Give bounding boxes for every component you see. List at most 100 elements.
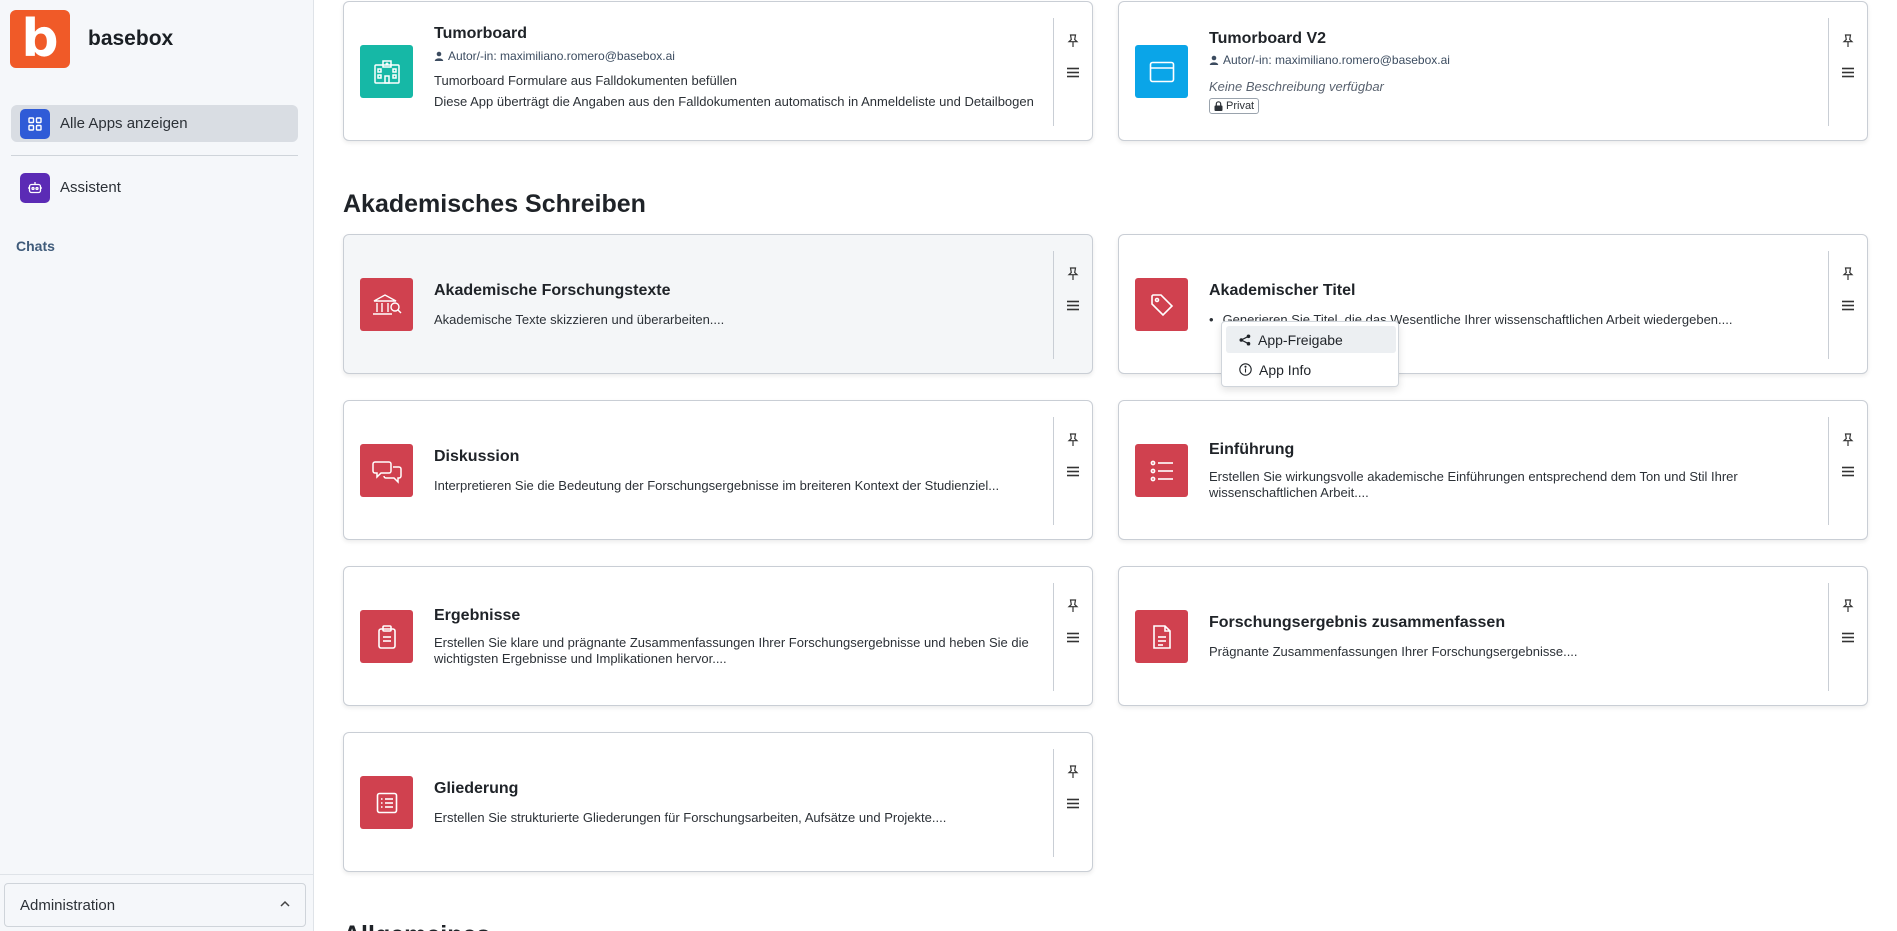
card-divider — [1053, 417, 1054, 525]
card-title: Einführung — [1209, 441, 1295, 458]
clipboard-icon — [360, 610, 413, 663]
card-description: Prägnante Zusammenfassungen Ihrer Forsch… — [1209, 644, 1578, 659]
menu-icon[interactable] — [1067, 630, 1079, 648]
grid-icon — [20, 108, 50, 139]
main-content: Tumorboard Autor/-in: maximiliano.romero… — [314, 0, 1897, 931]
menu-icon[interactable] — [1842, 65, 1854, 83]
pin-icon[interactable] — [1842, 34, 1854, 53]
menu-icon[interactable] — [1067, 65, 1079, 83]
administration-label: Administration — [20, 896, 116, 914]
card-author-text: Autor/-in: maximiliano.romero@basebox.ai — [1223, 53, 1450, 67]
menu-icon[interactable] — [1067, 298, 1079, 316]
app-card-akademische-forschungstexte[interactable]: Akademische Forschungstexte Akademische … — [343, 234, 1093, 374]
chats-section-label: Chats — [16, 238, 55, 254]
card-author-text: Autor/-in: maximiliano.romero@basebox.ai — [448, 49, 675, 63]
card-divider — [1828, 18, 1829, 126]
sidebar: b basebox Alle Apps anzeigen Assistent C… — [0, 0, 314, 931]
card-title: Akademischer Titel — [1209, 282, 1356, 299]
lock-icon — [1214, 101, 1223, 111]
card-description: Erstellen Sie klare und prägnante Zusamm… — [434, 635, 1029, 666]
section-heading-akademisches-schreiben: Akademisches Schreiben — [343, 190, 646, 218]
card-title: Tumorboard V2 — [1209, 30, 1327, 47]
card-divider — [1053, 583, 1054, 691]
card-description: Erstellen Sie strukturierte Gliederungen… — [434, 810, 947, 825]
card-description: Tumorboard Formulare aus Falldokumenten … — [434, 73, 738, 88]
menu-item-label: App-Freigabe — [1258, 331, 1343, 348]
app-card-gliederung[interactable]: Gliederung Erstellen Sie strukturierte G… — [343, 732, 1093, 872]
app-card-tumorboard-v2[interactable]: Tumorboard V2 Autor/-in: maximiliano.rom… — [1118, 1, 1868, 141]
menu-icon[interactable] — [1842, 464, 1854, 482]
card-body: Tumorboard Autor/-in: maximiliano.romero… — [434, 2, 1034, 142]
sidebar-item-all-apps[interactable]: Alle Apps anzeigen — [11, 105, 298, 142]
card-title: Gliederung — [434, 780, 519, 797]
info-icon — [1239, 363, 1252, 376]
list-icon — [1135, 444, 1188, 497]
chat-bubbles-icon — [360, 444, 413, 497]
browser-window-icon — [1135, 45, 1188, 98]
card-divider — [1828, 417, 1829, 525]
sidebar-item-assistent[interactable]: Assistent — [11, 169, 298, 206]
outline-list-icon — [360, 776, 413, 829]
user-icon — [1209, 55, 1219, 65]
sidebar-item-label: Alle Apps anzeigen — [60, 115, 188, 132]
administration-select[interactable]: Administration — [4, 883, 306, 927]
card-divider — [1053, 18, 1054, 126]
sidebar-divider — [11, 155, 298, 156]
private-badge-label: Privat — [1226, 100, 1255, 112]
pin-icon[interactable] — [1842, 267, 1854, 286]
app-card-diskussion[interactable]: Diskussion Interpretieren Sie die Bedeut… — [343, 400, 1093, 540]
pin-icon[interactable] — [1067, 765, 1079, 784]
card-title: Tumorboard — [434, 25, 528, 42]
card-body: Diskussion Interpretieren Sie die Bedeut… — [434, 401, 1034, 541]
section-heading-allgemeines: Allgemeines — [343, 921, 490, 931]
card-body: Tumorboard V2 Autor/-in: maximiliano.rom… — [1209, 2, 1809, 142]
pin-icon[interactable] — [1842, 599, 1854, 618]
pin-icon[interactable] — [1067, 599, 1079, 618]
card-divider — [1828, 251, 1829, 359]
menu-item-label: App Info — [1259, 361, 1312, 378]
app-card-forschungsergebnis-zusammenfassen[interactable]: Forschungsergebnis zusammenfassen Prägna… — [1118, 566, 1868, 706]
tag-icon — [1135, 278, 1188, 331]
menu-icon[interactable] — [1842, 630, 1854, 648]
sidebar-footer: Administration — [0, 874, 314, 931]
menu-icon[interactable] — [1067, 464, 1079, 482]
menu-icon[interactable] — [1067, 796, 1079, 814]
card-title: Forschungsergebnis zusammenfassen — [1209, 614, 1506, 631]
brand-logo: b — [10, 10, 70, 68]
pin-icon[interactable] — [1067, 34, 1079, 53]
document-icon — [1135, 610, 1188, 663]
card-author: Autor/-in: maximiliano.romero@basebox.ai — [434, 49, 1034, 63]
brand[interactable]: b basebox — [10, 10, 173, 68]
card-description: Keine Beschreibung verfügbar — [1209, 79, 1384, 94]
card-body: Einführung Erstellen Sie wirkungsvolle a… — [1209, 401, 1809, 541]
card-description: Erstellen Sie wirkungsvolle akademische … — [1209, 469, 1738, 500]
brand-name: basebox — [88, 27, 174, 50]
hospital-icon — [360, 45, 413, 98]
app-card-einfuehrung[interactable]: Einführung Erstellen Sie wirkungsvolle a… — [1118, 400, 1868, 540]
card-divider — [1828, 583, 1829, 691]
card-description: Akademische Texte skizzieren und überarb… — [434, 312, 725, 327]
chevron-up-icon — [279, 897, 291, 914]
app-card-ergebnisse[interactable]: Ergebnisse Erstellen Sie klare und prägn… — [343, 566, 1093, 706]
card-description-detail: Diese App überträgt die Angaben aus den … — [434, 94, 1034, 109]
menu-item-app-freigabe[interactable]: App-Freigabe — [1226, 326, 1396, 353]
pin-icon[interactable] — [1067, 267, 1079, 286]
card-body: Forschungsergebnis zusammenfassen Prägna… — [1209, 567, 1809, 707]
menu-icon[interactable] — [1842, 298, 1854, 316]
card-title: Diskussion — [434, 448, 520, 465]
user-icon — [434, 51, 444, 61]
app-card-tumorboard[interactable]: Tumorboard Autor/-in: maximiliano.romero… — [343, 1, 1093, 141]
pin-icon[interactable] — [1067, 433, 1079, 452]
card-body: Gliederung Erstellen Sie strukturierte G… — [434, 733, 1034, 873]
pin-icon[interactable] — [1842, 433, 1854, 452]
card-divider — [1053, 251, 1054, 359]
card-title: Akademische Forschungstexte — [434, 282, 671, 299]
card-title: Ergebnisse — [434, 607, 521, 624]
robot-icon — [20, 172, 50, 203]
sidebar-item-label: Assistent — [60, 179, 121, 196]
card-body: Akademische Forschungstexte Akademische … — [434, 235, 1034, 375]
institution-search-icon — [360, 278, 413, 331]
private-badge: Privat — [1209, 98, 1260, 114]
card-divider — [1053, 749, 1054, 857]
menu-item-app-info[interactable]: App Info — [1226, 356, 1396, 383]
